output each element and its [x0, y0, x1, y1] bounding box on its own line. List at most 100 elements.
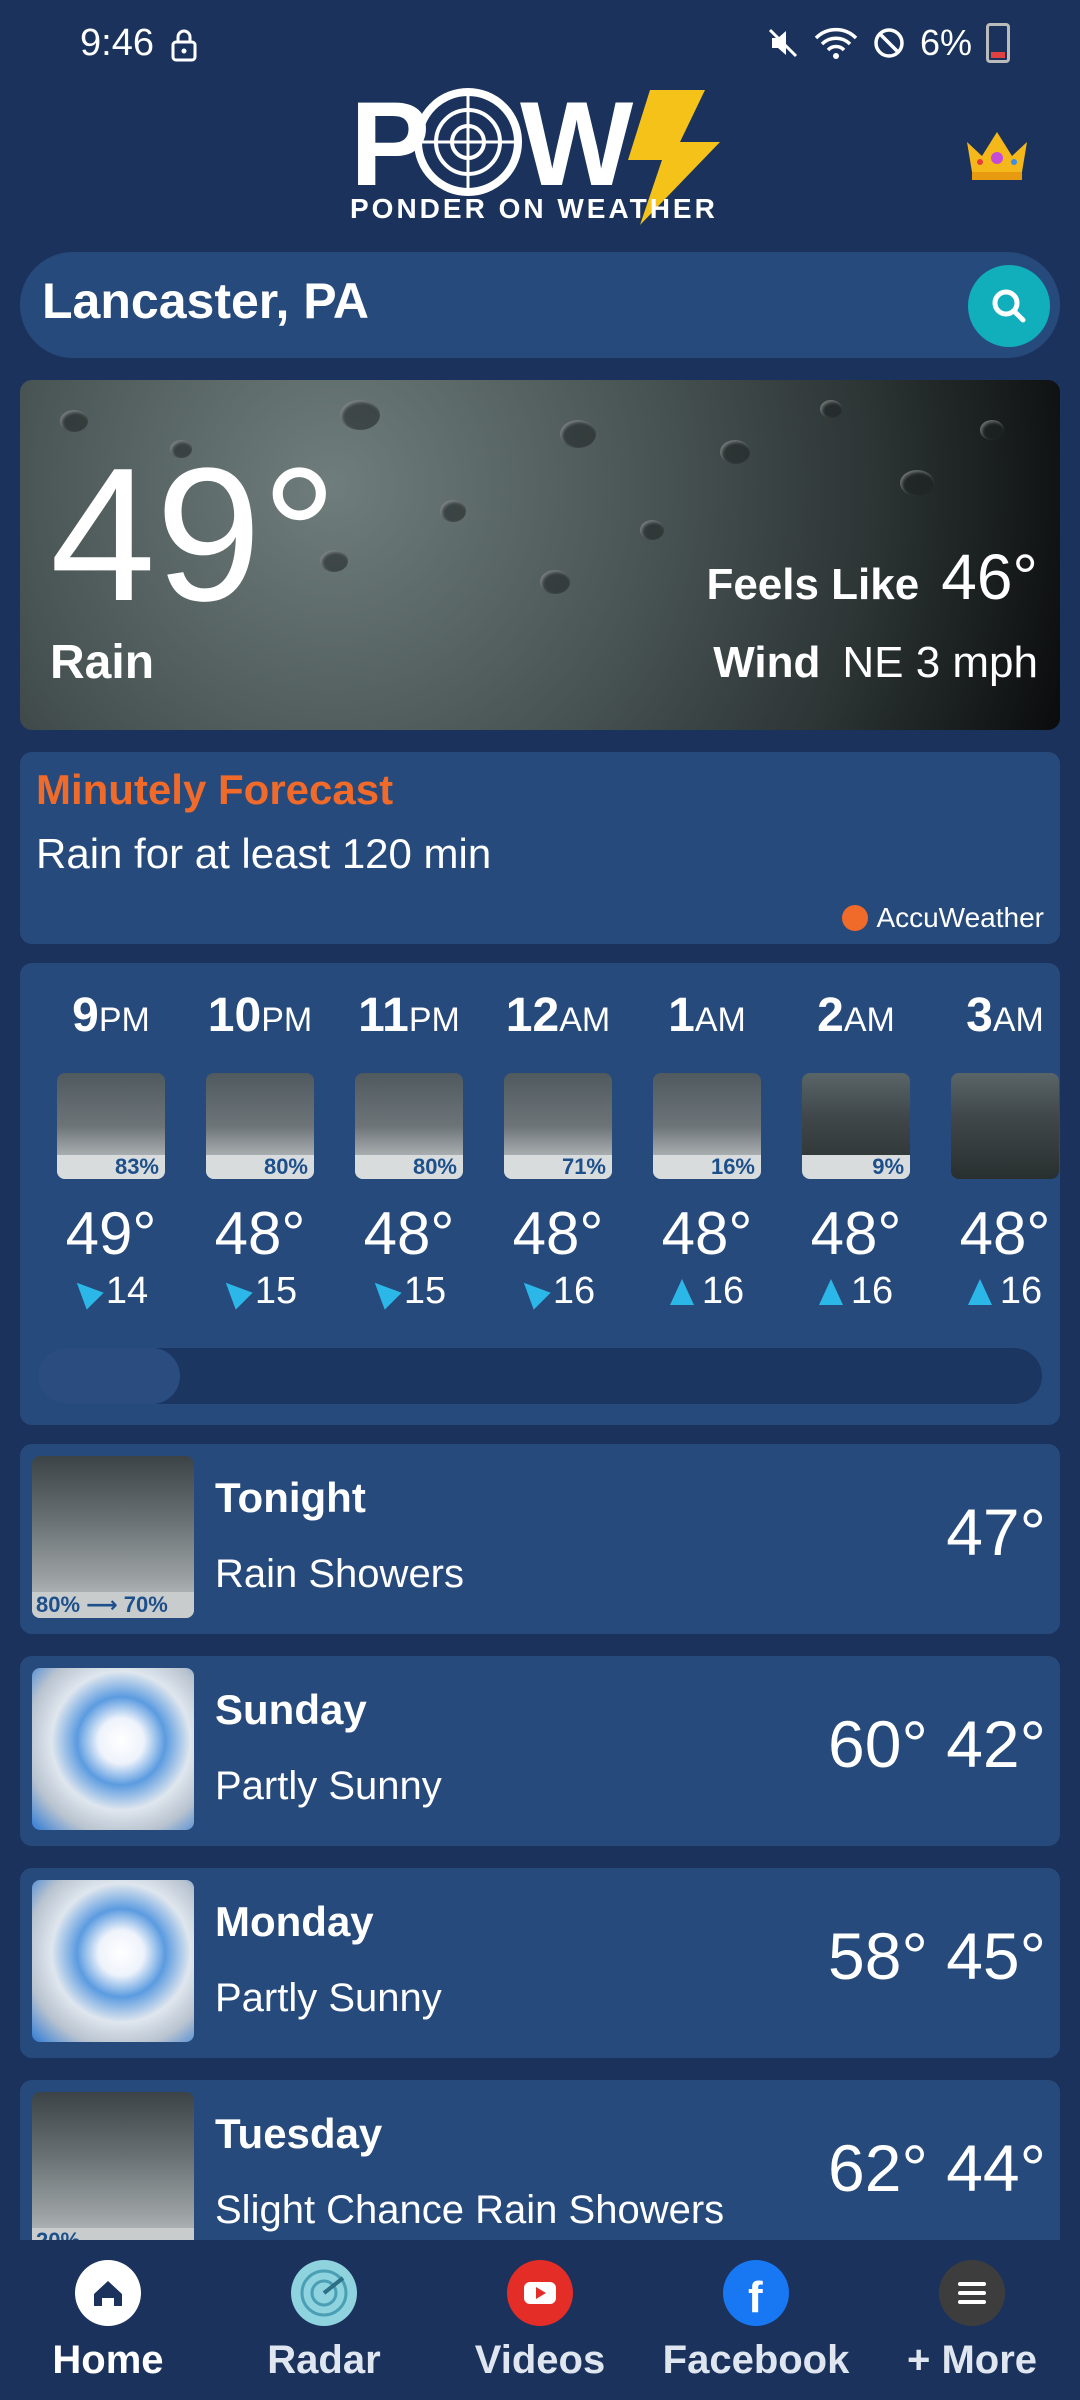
wind-label: Wind: [713, 638, 821, 687]
pow-logo-graphic: P W PONDER ON WEATHER: [350, 80, 720, 225]
home-icon: [75, 2260, 141, 2326]
raindrop-decoration: [820, 400, 842, 418]
wind: Wind NE 3 mph: [713, 638, 1038, 688]
partly-sunny-image: [32, 1880, 194, 2042]
hourly-item[interactable]: 1AM 16% 48° 16: [642, 988, 772, 1313]
hour-label: 2AM: [817, 989, 895, 1042]
hour-wind: 16: [791, 1270, 921, 1313]
precip-percent: 80% ⟶ 70%: [32, 1592, 194, 1618]
wind-direction-icon: [68, 1273, 104, 1310]
partly-sunny-image: [32, 1668, 194, 1830]
hourly-item[interactable]: 2AM 9% 48° 16: [791, 988, 921, 1313]
radar-icon: [291, 2260, 357, 2326]
day-name: Tuesday: [215, 2110, 383, 2157]
nav-label: Videos: [474, 2338, 606, 2382]
wind-direction-icon: [217, 1273, 253, 1310]
day-temperatures: 47°: [946, 1495, 1046, 1569]
minutely-forecast-title: Minutely Forecast: [36, 766, 394, 813]
hour-temperature: 48°: [512, 1200, 604, 1267]
rain-showers-image: 20%: [32, 2092, 194, 2254]
cloudy-condition-image: 9%: [802, 1073, 910, 1179]
hour-label: 9PM: [72, 989, 150, 1042]
app-logo: P W PONDER ON WEATHER: [350, 80, 730, 230]
day-description: Slight Chance Rain Showers: [215, 2188, 725, 2232]
hour-label: 1AM: [668, 989, 746, 1042]
precip-percent: 9%: [802, 1155, 910, 1179]
day-temperatures: 60° 42°: [828, 1707, 1046, 1781]
wind-value: NE 3 mph: [842, 638, 1038, 687]
nav-radar[interactable]: Radar: [216, 2260, 432, 2383]
daily-forecast-item[interactable]: Monday Partly Sunny 58° 45°: [20, 1868, 1060, 2058]
hourly-scroll-thumb[interactable]: [38, 1348, 180, 1404]
hour-temperature: 48°: [810, 1200, 902, 1267]
day-temperatures: 62° 44°: [828, 2131, 1046, 2205]
hourly-forecast-card[interactable]: 9PM 83% 49° 14 10PM 80% 48° 15 11PM 80% …: [20, 963, 1060, 1425]
hour-wind: 16: [642, 1270, 772, 1313]
nav-label: Facebook: [662, 2338, 850, 2382]
raindrop-decoration: [900, 470, 934, 496]
current-temperature: 49°: [50, 429, 338, 641]
raindrop-decoration: [340, 400, 380, 430]
raindrop-decoration: [560, 420, 596, 448]
precip-percent: 80%: [355, 1155, 463, 1179]
precip-percent: 71%: [504, 1155, 612, 1179]
wind-direction-icon: [669, 1278, 694, 1305]
hourly-item[interactable]: 9PM 83% 49° 14: [46, 988, 176, 1313]
rain-showers-image: 80% ⟶ 70%: [32, 1456, 194, 1618]
raindrop-decoration: [640, 520, 664, 540]
youtube-icon: [507, 2260, 573, 2326]
wind-direction-icon: [366, 1273, 402, 1310]
current-conditions-card[interactable]: 49° Rain Feels Like 46° Wind NE 3 mph: [20, 380, 1060, 730]
menu-icon: [939, 2260, 1005, 2326]
precip-percent: 16%: [653, 1155, 761, 1179]
raindrop-decoration: [980, 420, 1004, 440]
battery-percent: 6%: [919, 22, 972, 63]
day-temperatures: 58° 45°: [828, 1919, 1046, 1993]
nav-more[interactable]: + More: [864, 2260, 1080, 2383]
raindrop-decoration: [720, 440, 750, 464]
current-condition: Rain: [50, 636, 155, 689]
precip-percent: 80%: [206, 1155, 314, 1179]
location-text[interactable]: Lancaster, PA: [42, 272, 369, 330]
raindrop-decoration: [440, 500, 466, 522]
day-description: Rain Showers: [215, 1552, 465, 1596]
hour-label: 10PM: [207, 989, 313, 1042]
hourly-item[interactable]: 11PM 80% 48° 15: [344, 988, 474, 1313]
feels-like-value: 46°: [941, 541, 1038, 613]
do-not-disturb-icon: [874, 28, 904, 58]
rain-condition-image: 83%: [57, 1073, 165, 1179]
rain-condition-image: 16%: [653, 1073, 761, 1179]
day-name: Sunday: [215, 1686, 367, 1733]
nav-label: Home: [52, 2338, 164, 2382]
daily-forecast-item[interactable]: Sunday Partly Sunny 60° 42°: [20, 1656, 1060, 1846]
hour-wind: 15: [195, 1270, 325, 1313]
svg-text:W: W: [520, 80, 634, 211]
nav-label: + More: [906, 2338, 1038, 2382]
nav-home[interactable]: Home: [0, 2260, 216, 2383]
hour-temperature: 48°: [363, 1200, 455, 1267]
premium-crown-icon[interactable]: [962, 124, 1032, 184]
rain-condition-image: 71%: [504, 1073, 612, 1179]
nav-videos[interactable]: Videos: [432, 2260, 648, 2383]
hourly-item[interactable]: 10PM 80% 48° 15: [195, 988, 325, 1313]
hourly-item[interactable]: 12AM 71% 48° 16: [493, 988, 623, 1313]
nav-facebook[interactable]: f Facebook: [648, 2260, 864, 2383]
minutely-forecast-text: Rain for at least 120 min: [36, 830, 492, 877]
location-search-bar[interactable]: Lancaster, PA: [20, 252, 1060, 358]
cloudy-condition-image: [951, 1073, 1059, 1179]
day-description: Partly Sunny: [215, 1976, 442, 2020]
daily-forecast-item[interactable]: 80% ⟶ 70% Tonight Rain Showers 47°: [20, 1444, 1060, 1634]
minutely-forecast-card[interactable]: Minutely Forecast Rain for at least 120 …: [20, 752, 1060, 944]
hour-temperature: 48°: [959, 1200, 1051, 1267]
precip-percent: 83%: [57, 1155, 165, 1179]
wind-direction-icon: [967, 1278, 992, 1305]
status-bar: 9:46 6%: [0, 0, 1080, 90]
hourly-item[interactable]: 3AM 48° 16: [940, 988, 1070, 1313]
search-button[interactable]: [968, 265, 1050, 347]
mute-icon: [768, 28, 798, 58]
feels-like-label: Feels Like: [706, 560, 920, 609]
hourly-scrollbar[interactable]: [38, 1348, 1042, 1404]
bottom-navigation: Home Radar Videos f Facebook + More: [0, 2240, 1080, 2400]
battery-icon: [986, 23, 1010, 63]
facebook-icon: f: [723, 2260, 789, 2326]
